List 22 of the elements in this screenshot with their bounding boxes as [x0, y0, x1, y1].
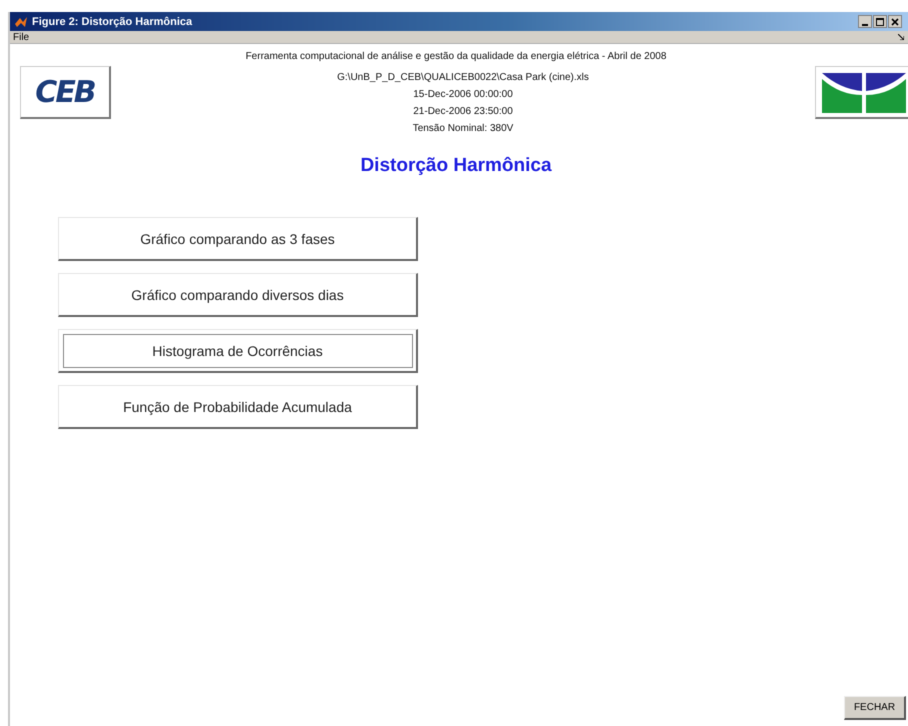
page-heading: Distorção Harmônica	[359, 155, 553, 177]
maximize-icon	[876, 18, 884, 26]
info-line: G:\UnB_P_D_CEB\QUALICEB0022\Casa Park (cine).xls	[337, 71, 589, 85]
info-line: 21-Dec-2006 23:50:00	[413, 105, 513, 119]
info-line: 15-Dec-2006 00:00:00	[413, 88, 513, 102]
menu-item[interactable]: File	[13, 32, 30, 42]
action-button[interactable]: Histograma de Ocorrências	[58, 329, 418, 373]
info-line: Tensão Nominal: 380V	[412, 122, 514, 136]
minimize-button[interactable]	[858, 15, 872, 28]
close-button[interactable]: FECHAR	[844, 696, 906, 720]
maximize-button[interactable]	[873, 15, 887, 28]
app-icon	[14, 16, 28, 28]
close-icon	[891, 18, 899, 26]
logo: CEB	[20, 66, 111, 119]
action-button[interactable]: Gráfico comparando as 3 fases	[58, 217, 418, 261]
window-close-button[interactable]	[888, 15, 902, 28]
window-title: Figure 2: Distorção Harmônica	[32, 16, 194, 28]
dock-arrow-icon[interactable]	[898, 34, 904, 40]
minimize-icon	[862, 24, 868, 26]
action-button[interactable]: Função de Probabilidade Acumulada	[58, 385, 418, 429]
action-button[interactable]: Gráfico comparando diversos dias	[58, 273, 418, 317]
subtitle: Ferramenta computacional de análise e gestão da qualidade da energia elétrica - Abril de 2008	[244, 51, 668, 62]
